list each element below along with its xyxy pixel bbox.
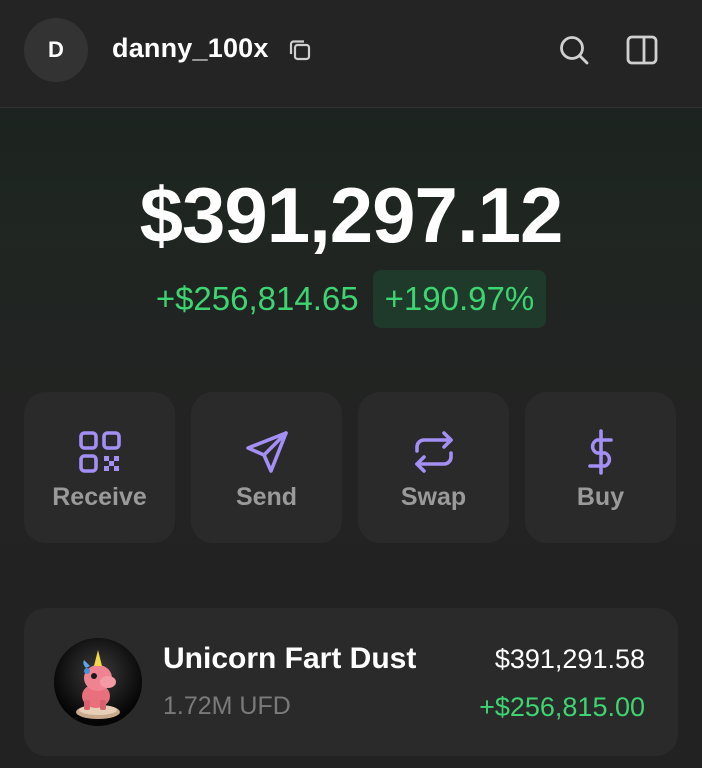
receive-label: Receive xyxy=(52,483,147,511)
swap-label: Swap xyxy=(400,483,467,511)
token-change: +$256,815.00 xyxy=(479,692,645,722)
portfolio-change-percent-badge: +190.97% xyxy=(372,270,547,328)
send-label: Send xyxy=(235,483,298,511)
swap-icon xyxy=(414,431,453,473)
portfolio-balance: $391,297.12 xyxy=(139,171,564,259)
portfolio-change-amount: +$256,814.65 xyxy=(155,280,359,317)
avatar[interactable]: D xyxy=(24,18,88,82)
header: D danny_100x xyxy=(0,0,702,108)
buy-label: Buy xyxy=(576,483,625,511)
username: danny_100x xyxy=(112,33,269,63)
qr-code-icon xyxy=(78,431,121,473)
action-buttons: Receive Send Swap Buy xyxy=(24,392,678,543)
portfolio-change-row: +$256,814.65 +190.97% xyxy=(0,270,702,328)
token-logo xyxy=(54,638,142,726)
dollar-icon xyxy=(587,429,613,475)
token-name: Unicorn Fart Dust xyxy=(163,642,417,675)
wallet-app: D danny_100x $391,297.12 +$256,814.65 +1… xyxy=(0,0,702,768)
token-row[interactable]: Unicorn Fart Dust 1.72M UFD $391,291.58 … xyxy=(24,608,678,756)
swap-button[interactable]: Swap xyxy=(358,392,509,543)
token-amount: 1.72M UFD xyxy=(163,692,291,720)
send-button[interactable]: Send xyxy=(191,392,342,543)
send-icon xyxy=(245,431,288,473)
search-icon[interactable] xyxy=(556,32,592,68)
token-value: $391,291.58 xyxy=(494,644,645,674)
receive-button[interactable]: Receive xyxy=(24,392,175,543)
copy-icon[interactable] xyxy=(286,36,314,64)
side-panel-icon[interactable] xyxy=(624,32,660,68)
buy-button[interactable]: Buy xyxy=(525,392,676,543)
